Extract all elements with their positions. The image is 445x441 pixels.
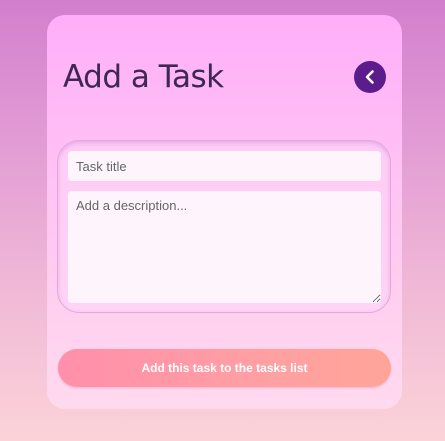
task-form: [57, 140, 391, 313]
add-task-button[interactable]: Add this task to the tasks list: [58, 349, 391, 387]
back-button[interactable]: [354, 61, 386, 93]
chevron-left-icon: [365, 70, 374, 84]
add-task-card: Add a Task Add this task to the tasks li…: [47, 15, 402, 409]
task-description-input[interactable]: [68, 191, 381, 303]
page-title: Add a Task: [63, 59, 224, 95]
task-title-input[interactable]: [68, 151, 381, 181]
